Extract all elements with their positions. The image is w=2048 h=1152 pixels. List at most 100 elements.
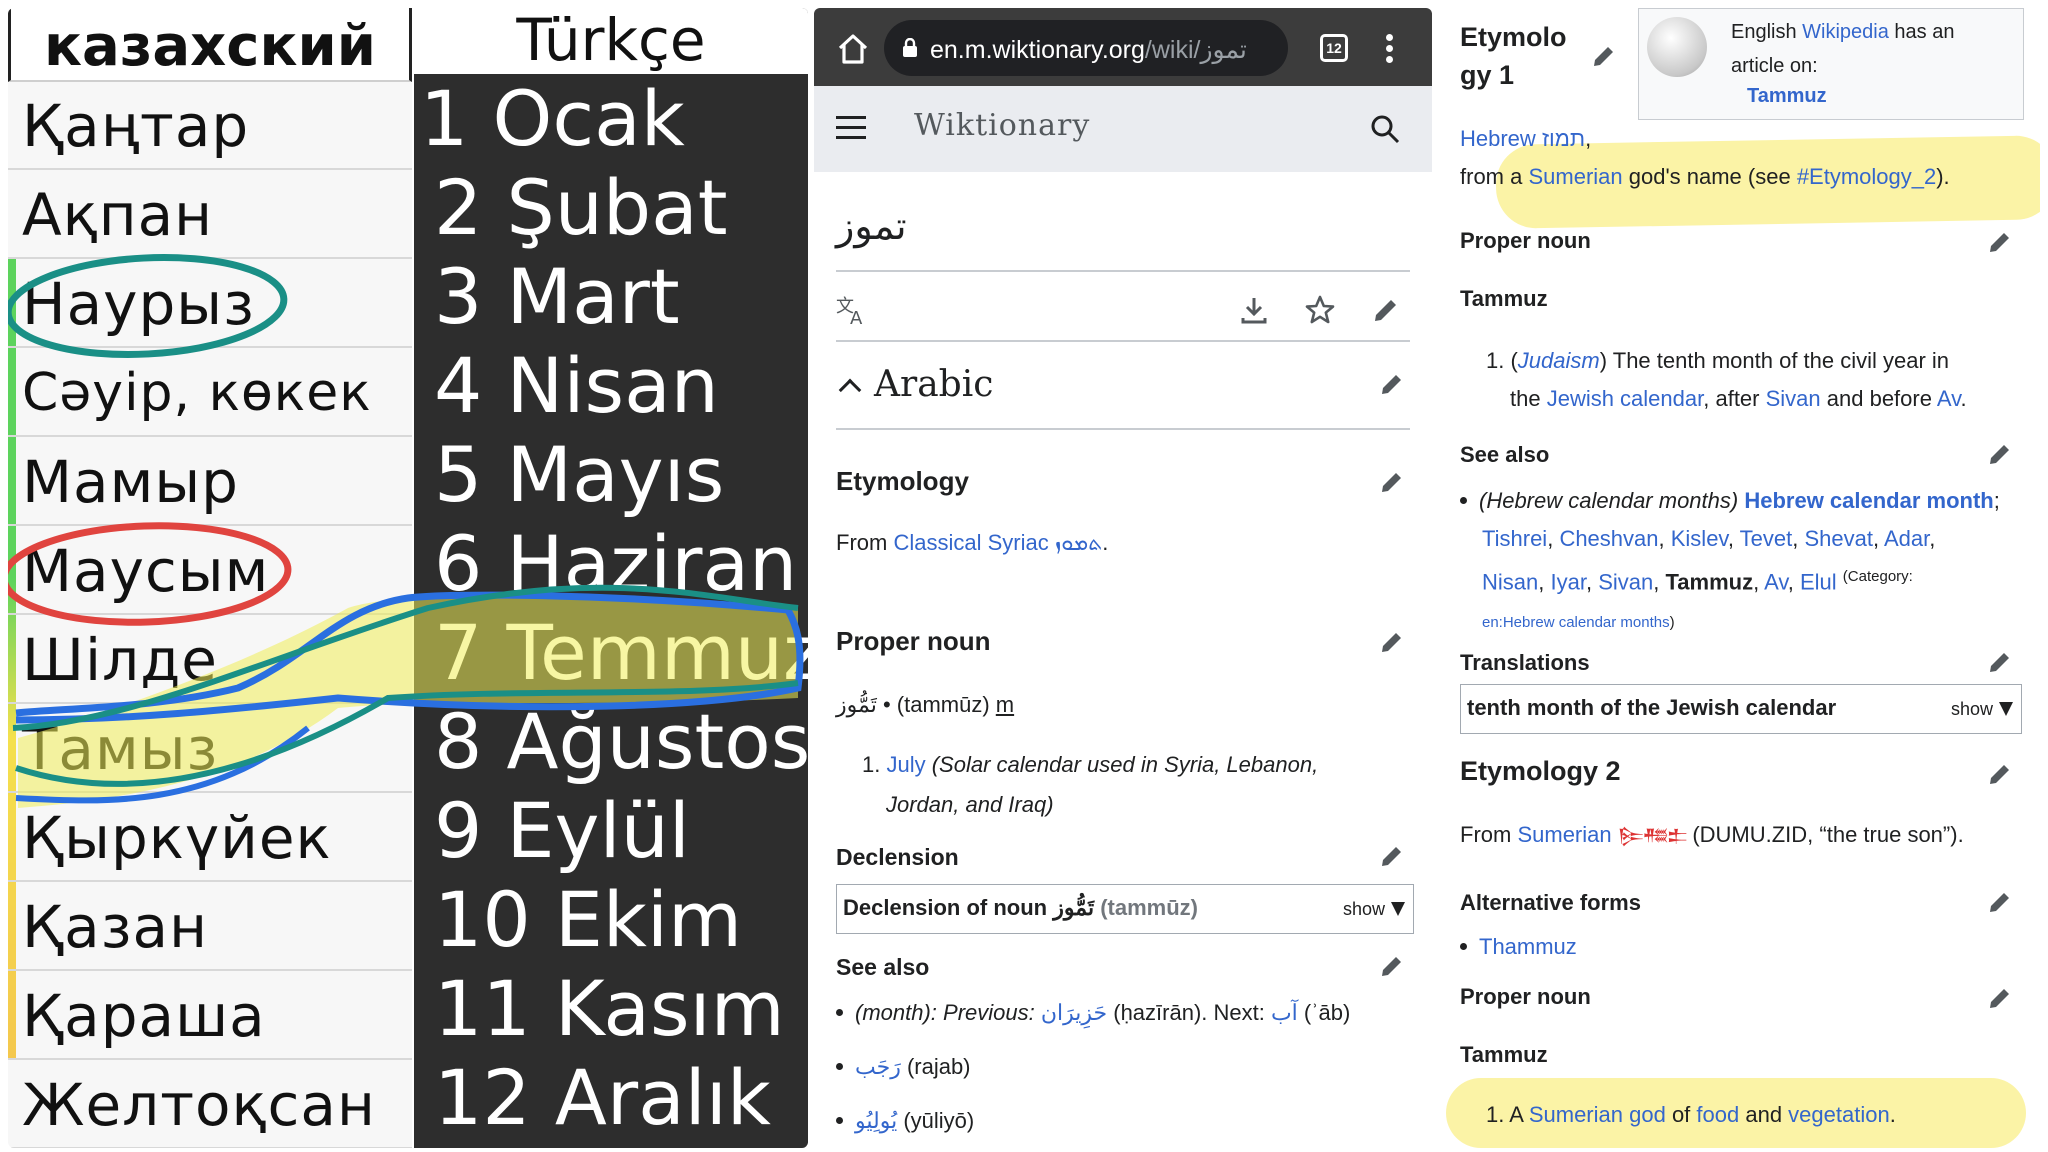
etymology-1-heading-part: Etymolo bbox=[1460, 22, 1567, 52]
edit-section-icon[interactable] bbox=[1378, 628, 1406, 656]
av-link[interactable]: Av bbox=[1937, 386, 1961, 411]
month-link[interactable]: Iyar bbox=[1550, 569, 1585, 594]
edit-section-icon[interactable] bbox=[1590, 42, 1618, 70]
address-bar[interactable]: en.m.wiktionary.org/wiki/تموز bbox=[884, 20, 1288, 76]
sivan-link[interactable]: Sivan bbox=[1766, 386, 1821, 411]
kazakh-month: Маусым bbox=[22, 537, 270, 605]
tab-switcher-button[interactable]: 12 bbox=[1320, 34, 1348, 62]
edit-section-icon[interactable] bbox=[1378, 468, 1406, 496]
translations-table-toggle[interactable]: tenth month of the Jewish calendar show bbox=[1460, 684, 2022, 734]
month-link[interactable]: Nisan bbox=[1482, 569, 1538, 594]
star-icon[interactable] bbox=[1304, 294, 1336, 326]
search-icon[interactable] bbox=[1370, 114, 1400, 144]
site-title[interactable]: Wiktionary bbox=[914, 108, 1090, 143]
turkish-month: 1 Ocak bbox=[420, 74, 685, 163]
title-divider bbox=[836, 270, 1410, 272]
turkish-month: 2 Şubat bbox=[434, 163, 728, 252]
next-month-translit: (ʾāb) bbox=[1297, 1000, 1351, 1025]
etym2-text: From bbox=[1460, 822, 1518, 847]
edit-section-icon[interactable] bbox=[1986, 888, 2014, 916]
kazakh-month-row: Желтоқсан bbox=[8, 1061, 412, 1148]
kazakh-month-row: Наурыз bbox=[8, 260, 412, 348]
etym2-text: (DUMU.ZID, “the true son”). bbox=[1686, 822, 1964, 847]
wiktionary-header: Wiktionary bbox=[814, 86, 1432, 172]
category-link[interactable]: en:Hebrew calendar months bbox=[1482, 614, 1670, 631]
edit-section-icon[interactable] bbox=[1986, 440, 2014, 468]
yuliyo-link[interactable]: يُولِيُو bbox=[855, 1108, 897, 1133]
wp-text: English bbox=[1731, 21, 1803, 43]
bullet bbox=[836, 1063, 843, 1070]
menu-icon[interactable] bbox=[836, 116, 866, 140]
month-link[interactable]: Adar bbox=[1884, 526, 1929, 551]
edit-page-icon[interactable] bbox=[1370, 294, 1402, 326]
month-link[interactable]: Sivan bbox=[1598, 569, 1653, 594]
gender-link[interactable]: m bbox=[996, 692, 1014, 717]
turkish-month: 5 Mayıs bbox=[434, 430, 725, 519]
turkish-month-row: 2 Şubat bbox=[414, 163, 808, 252]
wp-text: has an bbox=[1888, 21, 1955, 43]
sumerian-link[interactable]: Sumerian bbox=[1529, 1102, 1623, 1127]
wikipedia-link[interactable]: Wikipedia bbox=[1802, 21, 1889, 43]
cuneiform-glyphs[interactable]: 𒌉𒍣𒉺 bbox=[1618, 817, 1688, 855]
month-link[interactable]: Tevet bbox=[1740, 526, 1793, 551]
edit-section-icon[interactable] bbox=[1378, 370, 1406, 398]
turkish-month-row: 7 Temmuz bbox=[414, 608, 808, 697]
month-link[interactable]: Cheshvan bbox=[1559, 526, 1658, 551]
month-link[interactable]: Elul bbox=[1800, 569, 1837, 594]
jewish-calendar-link[interactable]: Jewish calendar bbox=[1547, 386, 1704, 411]
food-link[interactable]: food bbox=[1696, 1102, 1739, 1127]
edit-section-icon[interactable] bbox=[1986, 984, 2014, 1012]
home-icon[interactable] bbox=[836, 32, 870, 66]
show-label: show bbox=[1342, 899, 1385, 919]
caret-down-icon bbox=[1391, 902, 1405, 916]
sumerian-link[interactable]: Sumerian bbox=[1528, 164, 1622, 189]
language-section-toggle[interactable]: Arabic bbox=[836, 364, 993, 405]
turkish-header: Türkçe bbox=[414, 8, 808, 74]
declension-table-toggle[interactable]: Declension of noun تَمُّوز (tammūz) show bbox=[836, 884, 1414, 934]
edit-section-icon[interactable] bbox=[1378, 842, 1406, 870]
def-text: the bbox=[1510, 386, 1547, 411]
etym-text: ). bbox=[1936, 164, 1950, 189]
etymology-link[interactable]: Classical Syriac bbox=[893, 530, 1048, 555]
wikipedia-article-link[interactable]: Tammuz bbox=[1747, 85, 1827, 108]
definition-link-july[interactable]: July bbox=[886, 752, 925, 777]
judaism-label-link[interactable]: Judaism bbox=[1518, 348, 1600, 373]
section-divider bbox=[836, 428, 1410, 430]
vegetation-link[interactable]: vegetation bbox=[1788, 1102, 1890, 1127]
download-icon[interactable] bbox=[1238, 294, 1270, 326]
hebrew-calendar-month-link[interactable]: Hebrew calendar month bbox=[1744, 488, 1993, 513]
turkish-month-row: 10 Ekim bbox=[414, 875, 808, 964]
show-toggle[interactable]: show bbox=[1343, 899, 1405, 920]
etymology-2-anchor-link[interactable]: #Etymology_2 bbox=[1797, 164, 1936, 189]
kazakh-month: Сәуір, көкек bbox=[22, 363, 372, 423]
previous-month-link[interactable]: حَزِيرَان bbox=[1041, 1000, 1107, 1025]
kazakh-month-row: Сәуір, көкек bbox=[8, 349, 412, 437]
etymology-1-heading-part: gy 1 bbox=[1460, 60, 1515, 90]
edit-section-icon[interactable] bbox=[1986, 648, 2014, 676]
see-also-item: يُولِيُو (yūliyō) bbox=[836, 1108, 974, 1134]
month-link[interactable]: Tishrei bbox=[1482, 526, 1547, 551]
thammuz-link[interactable]: Thammuz bbox=[1479, 934, 1577, 959]
month-link[interactable]: Av bbox=[1764, 569, 1788, 594]
edit-section-icon[interactable] bbox=[1986, 760, 2014, 788]
etymology-heading: Etymology bbox=[836, 466, 969, 496]
sumerian-link[interactable]: Sumerian bbox=[1517, 822, 1611, 847]
next-month-link[interactable]: آب bbox=[1271, 1000, 1298, 1025]
language-icon[interactable]: 文 A bbox=[836, 294, 870, 326]
bullet bbox=[836, 1117, 843, 1124]
sa-text: ; bbox=[1993, 488, 2000, 513]
translations-box-label: tenth month of the Jewish calendar bbox=[1467, 695, 1837, 720]
hebrew-link[interactable]: Hebrew bbox=[1460, 126, 1536, 151]
hebrew-word-link[interactable]: תמוז bbox=[1542, 126, 1585, 151]
more-options-icon[interactable] bbox=[1386, 34, 1394, 64]
god-link[interactable]: god bbox=[1629, 1102, 1666, 1127]
edit-section-icon[interactable] bbox=[1378, 952, 1406, 980]
month-link[interactable]: Shevat bbox=[1804, 526, 1873, 551]
rajab-link[interactable]: رَجَب bbox=[855, 1054, 901, 1079]
see-also-heading: See also bbox=[1460, 442, 1550, 467]
show-toggle[interactable]: show bbox=[1951, 699, 2013, 720]
edit-section-icon[interactable] bbox=[1986, 228, 2014, 256]
syriac-word-link[interactable]: ܬܡܘܙ bbox=[1055, 530, 1102, 555]
def2-text: 1. A bbox=[1486, 1102, 1529, 1127]
month-link[interactable]: Kislev bbox=[1671, 526, 1728, 551]
